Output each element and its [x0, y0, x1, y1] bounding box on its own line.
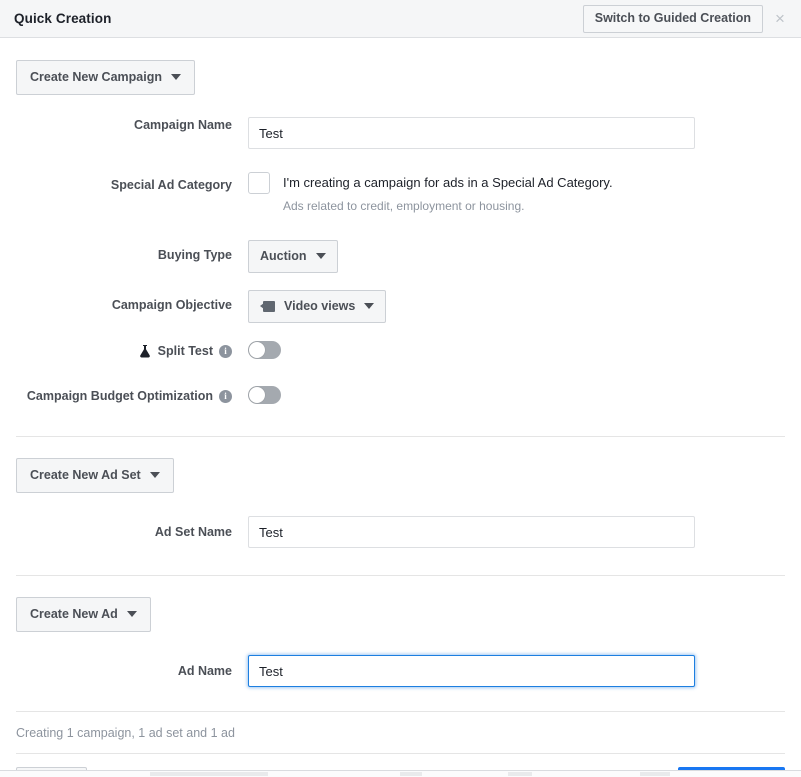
split-test-label: Split Test [157, 344, 213, 358]
adset-section: Create New Ad Set [0, 437, 801, 493]
special-ad-category-field: I'm creating a campaign for ads in a Spe… [248, 172, 785, 215]
video-camera-icon [260, 300, 275, 312]
buying-type-dropdown[interactable]: Auction [248, 240, 338, 273]
ad-section: Create New Ad [0, 576, 801, 632]
buying-type-row: Buying Type Auction [0, 240, 801, 273]
split-test-row: Split Test i [0, 341, 801, 364]
cbo-field [248, 386, 785, 409]
campaign-name-label: Campaign Name [134, 118, 232, 132]
ad-set-name-field-wrap [248, 516, 785, 548]
buying-type-field: Auction [248, 240, 785, 273]
chevron-down-icon [170, 74, 181, 80]
ad-name-field-wrap [248, 655, 785, 687]
page-title: Quick Creation [14, 11, 112, 26]
campaign-budget-optimization-row: Campaign Budget Optimization i [0, 386, 801, 409]
cbo-label: Campaign Budget Optimization [26, 389, 213, 403]
chevron-down-icon [149, 472, 160, 478]
creating-summary-text: Creating 1 campaign, 1 ad set and 1 ad [16, 726, 235, 740]
header-actions: Switch to Guided Creation × [582, 4, 793, 33]
background-page-peek [0, 770, 801, 777]
split-test-toggle[interactable] [248, 341, 281, 359]
dialog-header: Quick Creation Switch to Guided Creation… [0, 0, 801, 38]
info-icon[interactable]: i [219, 344, 232, 358]
campaign-objective-value: Video views [284, 299, 356, 313]
campaign-objective-dropdown[interactable]: Video views [248, 290, 387, 323]
special-ad-category-label: Special Ad Category [110, 178, 232, 192]
campaign-objective-label: Campaign Objective [111, 298, 232, 312]
create-new-campaign-button[interactable]: Create New Campaign [16, 60, 195, 95]
campaign-budget-optimization-toggle[interactable] [248, 386, 281, 404]
special-ad-category-checkbox[interactable] [248, 172, 270, 194]
split-test-label-group: Split Test i [16, 341, 248, 359]
create-new-ad-set-label: Create New Ad Set [30, 468, 141, 482]
special-ad-category-checkbox-label[interactable]: I'm creating a campaign for ads in a Spe… [283, 174, 613, 192]
campaign-name-row: Campaign Name [0, 117, 801, 149]
buying-type-label: Buying Type [157, 248, 232, 262]
special-ad-category-row: Special Ad Category I'm creating a campa… [0, 172, 801, 215]
special-ad-category-helper-text: Ads related to credit, employment or hou… [283, 199, 525, 213]
ad-set-name-label: Ad Set Name [154, 525, 232, 539]
campaign-objective-field: Video views [248, 290, 785, 323]
switch-to-guided-creation-button[interactable]: Switch to Guided Creation [582, 4, 763, 33]
chevron-down-icon [364, 303, 375, 309]
dialog-body: Create New Campaign Campaign Name Specia… [0, 38, 801, 777]
split-test-field [248, 341, 785, 364]
quick-creation-dialog: Quick Creation Switch to Guided Creation… [0, 0, 801, 777]
create-new-ad-set-button[interactable]: Create New Ad Set [16, 458, 174, 493]
campaign-section: Create New Campaign [0, 38, 801, 95]
special-ad-category-texts: I'm creating a campaign for ads in a Spe… [270, 174, 613, 215]
adset-name-row: Ad Set Name [0, 516, 801, 548]
campaign-name-field-wrap [248, 117, 785, 149]
cbo-label-group: Campaign Budget Optimization i [16, 386, 248, 404]
ad-set-name-input[interactable] [248, 516, 695, 548]
create-new-ad-label: Create New Ad [30, 607, 118, 621]
ad-name-row: Ad Name [0, 655, 801, 687]
flask-icon [138, 344, 152, 359]
close-icon[interactable]: × [767, 6, 793, 32]
chevron-down-icon [126, 611, 137, 617]
buying-type-value: Auction [260, 249, 307, 263]
create-new-ad-button[interactable]: Create New Ad [16, 597, 151, 632]
ad-name-label: Ad Name [177, 664, 232, 678]
campaign-name-input[interactable] [248, 117, 695, 149]
chevron-down-icon [315, 253, 326, 259]
create-new-campaign-label: Create New Campaign [30, 70, 162, 84]
ad-name-input[interactable] [248, 655, 695, 687]
info-icon[interactable]: i [219, 389, 232, 403]
campaign-objective-row: Campaign Objective Video views [0, 290, 801, 323]
